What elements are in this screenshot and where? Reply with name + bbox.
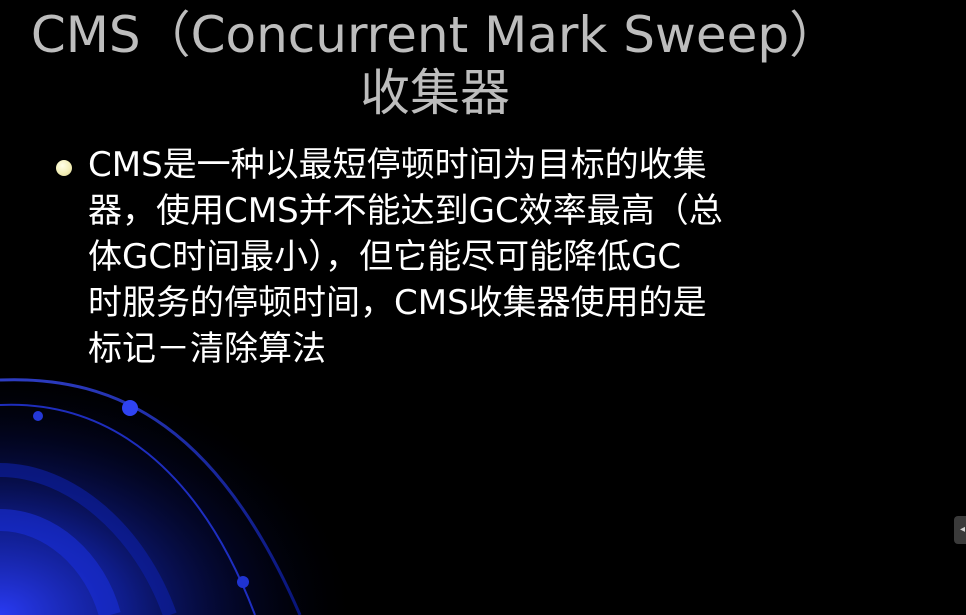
side-panel-handle[interactable]: ◂ (954, 516, 966, 544)
bullet-text-line: 体GC时间最小），但它能尽可能降低GC (88, 237, 682, 277)
slide: CMS（Concurrent Mark Sweep） 收集器 CMS是一种以最短… (0, 0, 966, 615)
bullet-text-line: CMS是一种以最短停顿时间为目标的收集 (88, 145, 707, 185)
arrow-handle-icon: ◂ (959, 524, 965, 535)
bullet-item: CMS是一种以最短停顿时间为目标的收集 器，使用CMS并不能达到GC效率最高（总… (56, 142, 836, 372)
bullet-dot-icon (56, 160, 72, 176)
bullet-text-line: 器，使用CMS并不能达到GC效率最高（总 (88, 191, 723, 231)
slide-title: CMS（Concurrent Mark Sweep） 收集器 (0, 6, 870, 122)
bullet-text: CMS是一种以最短停顿时间为目标的收集 器，使用CMS并不能达到GC效率最高（总… (88, 142, 808, 372)
slide-title-line-1: CMS（Concurrent Mark Sweep） (30, 6, 840, 64)
slide-title-line-2: 收集器 (360, 64, 510, 122)
bullet-list: CMS是一种以最短停顿时间为目标的收集 器，使用CMS并不能达到GC效率最高（总… (56, 142, 836, 372)
bullet-text-line: 时服务的停顿时间，CMS收集器使用的是 (88, 283, 707, 323)
bullet-text-line: 标记－清除算法 (88, 329, 326, 369)
